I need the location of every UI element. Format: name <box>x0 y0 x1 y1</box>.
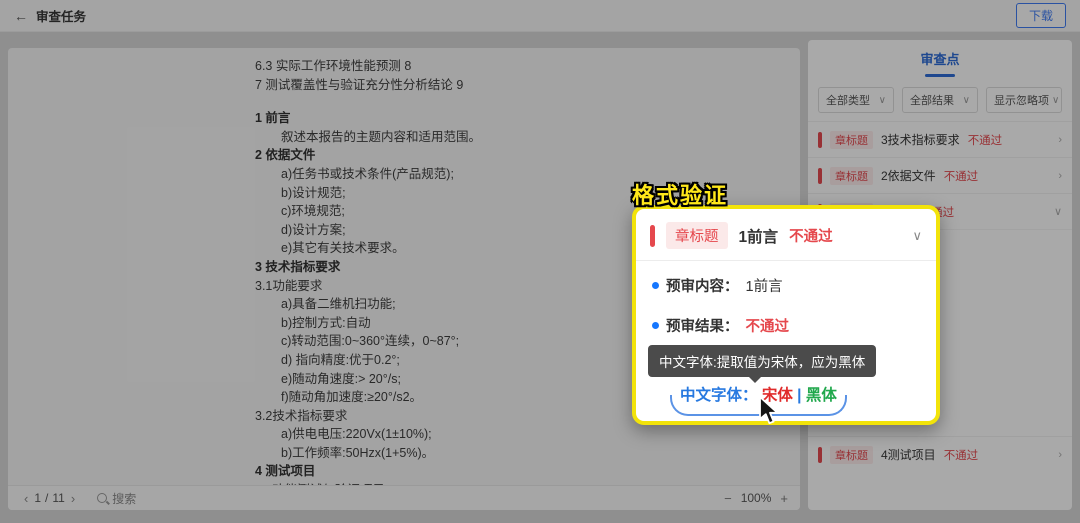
field-content-value: 1前言 <box>746 275 783 296</box>
format-validation-label: 格式验证 <box>632 178 728 210</box>
field-content: 预审内容： 1前言 <box>652 275 783 296</box>
bullet-dot-icon <box>652 322 659 329</box>
callout-result: 不通过 <box>789 225 833 246</box>
font-tooltip: 中文字体:提取值为宋体，应为黑体 <box>648 345 876 377</box>
format-validation-callout: 章标题 1前言 不通过 ∨ 预审内容： 1前言 预审结果： 不通过 中文字体:提… <box>632 205 940 425</box>
mouse-cursor-icon <box>757 396 783 431</box>
bullet-dot-icon <box>652 282 659 289</box>
chevron-down-icon[interactable]: ∨ <box>912 228 922 244</box>
field-result: 预审结果： 不通过 <box>652 315 789 336</box>
callout-tag-badge: 章标题 <box>666 222 728 249</box>
field-result-value: 不通过 <box>746 315 790 336</box>
callout-title: 1前言 <box>739 225 779 247</box>
item-accent-bar <box>650 225 655 247</box>
callout-body: 预审内容： 1前言 预审结果： 不通过 中文字体:提取值为宋体，应为黑体 中文字… <box>636 261 936 407</box>
field-content-label: 预审内容： <box>666 275 739 296</box>
callout-header[interactable]: 章标题 1前言 不通过 ∨ <box>636 209 936 261</box>
field-result-label: 预审结果： <box>666 315 739 336</box>
